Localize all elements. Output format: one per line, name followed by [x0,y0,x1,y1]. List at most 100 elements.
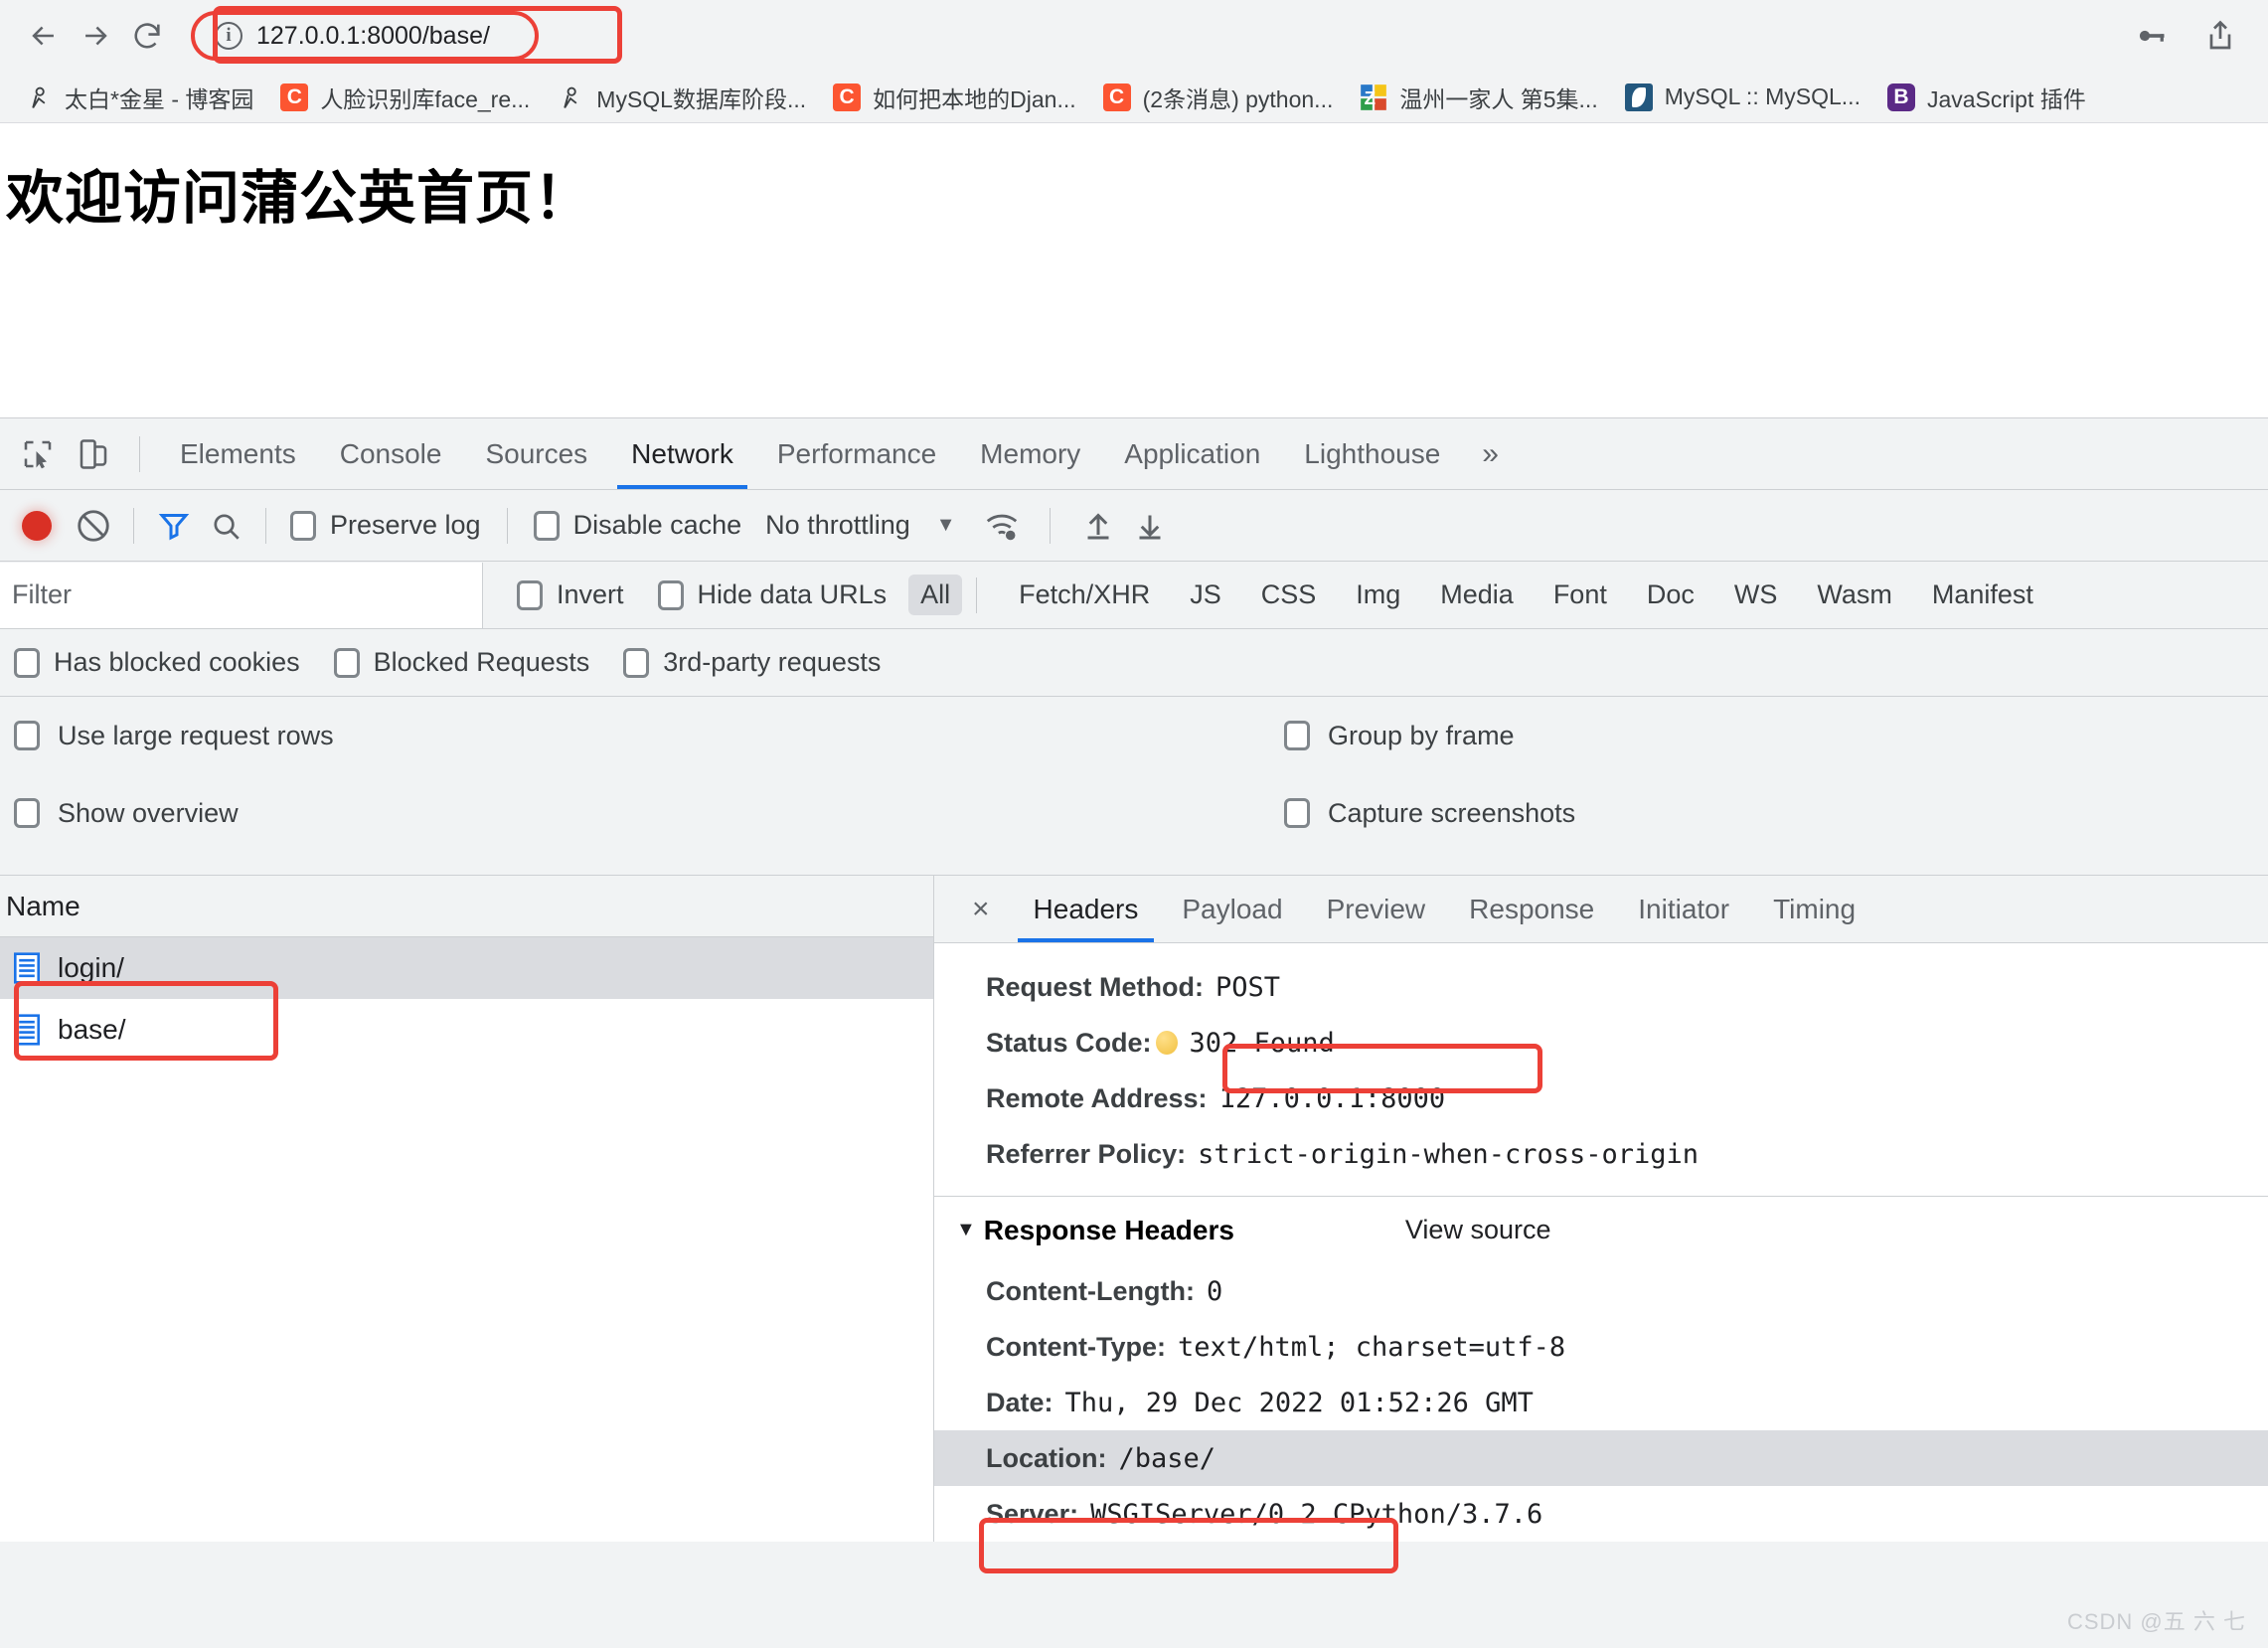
tab-network[interactable]: Network [609,419,755,489]
close-icon[interactable]: × [950,893,1012,926]
tab-headers[interactable]: Headers [1012,877,1161,942]
tab-initiator[interactable]: Initiator [1616,877,1751,942]
disable-cache-checkbox[interactable]: Disable cache [533,510,741,541]
inspect-element-icon[interactable] [10,426,66,482]
checkbox-box[interactable] [517,579,543,610]
header-value: 127.0.0.1:8000 [1218,1082,1446,1114]
header-key: Server: [986,1498,1079,1529]
tab-timing[interactable]: Timing [1751,877,1877,942]
bookmark-item[interactable]: 太白*金星 - 博客园 [14,81,269,114]
table-row[interactable]: base/ [0,999,933,1061]
show-overview-checkbox[interactable]: Show overview [14,774,2268,852]
tab-response[interactable]: Response [1447,877,1616,942]
checkbox-box[interactable] [1284,721,1310,750]
bookmark-item[interactable]: MySQL :: MySQL... [1614,82,1876,112]
forward-arrow-icon[interactable] [70,10,121,62]
type-filter-wasm[interactable]: Wasm [1805,575,1904,615]
blocked-requests-label: Blocked Requests [373,647,590,677]
has-blocked-cookies-checkbox[interactable]: Has blocked cookies [14,647,300,678]
type-filter-doc[interactable]: Doc [1635,575,1706,615]
tab-sources[interactable]: Sources [463,419,609,489]
type-filter-ws[interactable]: WS [1722,575,1790,615]
header-key: Status Code: [986,1027,1152,1058]
password-key-icon[interactable] [2133,18,2169,54]
checkbox-box[interactable] [1284,798,1310,828]
bookmark-item[interactable]: C (2条消息) python... [1092,81,1350,114]
search-icon[interactable] [200,500,251,552]
bookmark-item[interactable]: C 如何把本地的Djan... [822,81,1091,114]
bookmark-item[interactable]: B JavaScript 插件 [1876,81,2102,114]
capture-screenshots-checkbox[interactable]: Capture screenshots [1284,774,1575,852]
more-panels-icon[interactable]: » [1462,437,1519,471]
checkbox-box[interactable] [14,647,40,678]
checkbox-box[interactable] [623,647,650,678]
tab-performance[interactable]: Performance [755,419,958,489]
checkbox-box[interactable] [14,721,40,750]
bookmark-item[interactable]: C 人脸识别库face_re... [269,81,546,114]
checkbox-box[interactable] [533,510,560,541]
invert-checkbox[interactable]: Invert [517,579,624,610]
table-row[interactable]: login/ [0,937,933,999]
type-filter-css[interactable]: CSS [1249,575,1329,615]
bookmark-item[interactable]: MySQL数据库阶段... [546,81,822,114]
import-har-icon[interactable] [1072,500,1124,552]
tab-application[interactable]: Application [1102,419,1282,489]
general-headers-section: Request Method: POST Status Code: 302 Fo… [934,943,2268,1182]
checkbox-box[interactable] [290,510,316,541]
hide-data-urls-checkbox[interactable]: Hide data URLs [657,579,888,610]
record-button[interactable] [22,510,52,541]
filter-input[interactable] [0,562,483,628]
checkbox-box[interactable] [333,647,360,678]
view-source-link[interactable]: View source [1405,1215,1551,1245]
address-bar[interactable]: i 127.0.0.1:8000/base/ [191,11,539,61]
document-icon [13,952,40,984]
tab-payload[interactable]: Payload [1160,877,1304,942]
use-large-rows-checkbox[interactable]: Use large request rows [14,697,2268,774]
tab-console[interactable]: Console [318,419,464,489]
tab-memory[interactable]: Memory [958,419,1102,489]
export-har-icon[interactable] [1124,500,1176,552]
group-by-frame-checkbox[interactable]: Group by frame [1284,697,1575,774]
preserve-log-checkbox[interactable]: Preserve log [290,510,481,541]
device-toolbar-icon[interactable] [66,426,121,482]
type-filter-media[interactable]: Media [1428,575,1526,615]
response-headers-section-title[interactable]: ▼ Response Headers View source [934,1196,2268,1263]
network-conditions-icon[interactable] [976,500,1028,552]
header-key: Date: [986,1387,1053,1417]
reload-icon[interactable] [121,10,173,62]
share-icon[interactable] [2202,18,2238,54]
bookmark-item[interactable]: Z 温州一家人 第5集... [1349,81,1613,114]
triangle-down-icon[interactable]: ▼ [956,1219,976,1241]
devtools-panel: Elements Console Sources Network Perform… [0,417,2268,1648]
checkbox-box[interactable] [657,579,684,610]
invert-label: Invert [557,579,624,609]
chevron-down-icon[interactable]: ▼ [936,514,956,537]
csdn-c-icon: C [832,82,862,112]
type-filter-fetch-xhr[interactable]: Fetch/XHR [1007,575,1162,615]
third-party-requests-checkbox[interactable]: 3rd-party requests [623,647,881,678]
hide-data-urls-label: Hide data URLs [697,579,888,609]
mysql-dolphin-icon [1624,82,1654,112]
clear-icon[interactable] [68,500,119,552]
bookmark-label: 太白*金星 - 博客园 [65,85,254,112]
type-filter-all[interactable]: All [908,575,963,615]
tab-preview[interactable]: Preview [1305,877,1448,942]
header-row-request-method: Request Method: POST [934,959,2268,1015]
blocked-requests-checkbox[interactable]: Blocked Requests [333,647,590,678]
type-filter-font[interactable]: Font [1541,575,1619,615]
type-filter-img[interactable]: Img [1344,575,1412,615]
capture-screenshots-label: Capture screenshots [1328,797,1576,828]
column-header-name[interactable]: Name [0,876,933,937]
info-circle-icon[interactable]: i [215,22,243,50]
request-name: base/ [58,1014,126,1045]
tab-lighthouse[interactable]: Lighthouse [1282,419,1462,489]
checkbox-box[interactable] [14,798,40,828]
request-details: × Headers Payload Preview Response Initi… [934,876,2268,1542]
back-arrow-icon[interactable] [18,10,70,62]
throttling-select[interactable]: No throttling [765,510,910,541]
header-row-location: Location: /base/ [934,1430,2268,1486]
type-filter-manifest[interactable]: Manifest [1920,575,2045,615]
filter-icon[interactable] [148,500,200,552]
tab-elements[interactable]: Elements [158,419,318,489]
type-filter-js[interactable]: JS [1178,575,1233,615]
